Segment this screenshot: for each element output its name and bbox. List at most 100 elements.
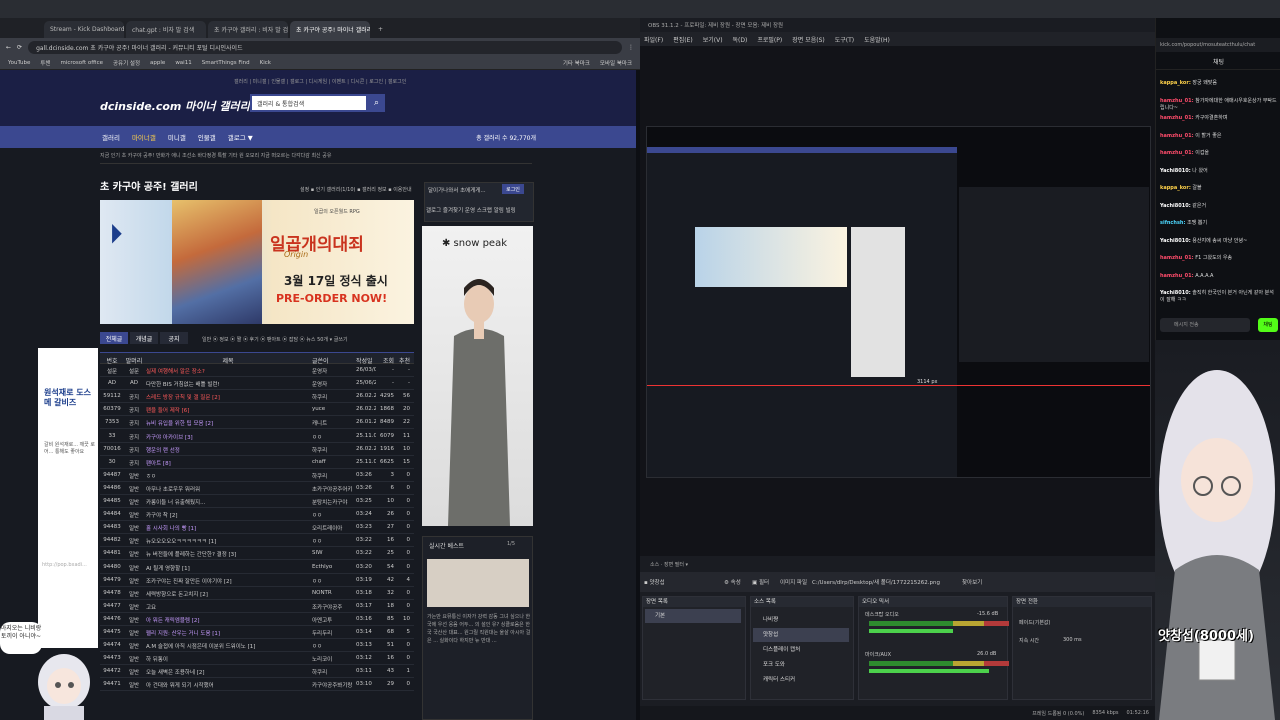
cell-title[interactable]: 뉴오오오오오ㅋㅋㅋㅋㅋㅋ [1]	[146, 537, 310, 545]
cell-title[interactable]: AI 될게 영향할 [1]	[146, 564, 310, 572]
gallery-title[interactable]: 초 카구야 공주! 갤러리	[100, 178, 198, 193]
table-row[interactable]: 94474 일반 A.M 슬접에 아직 시점은데 이분위 드워이노 [1] ㅇㅇ 03:…	[100, 639, 414, 653]
cell-title[interactable]: 행운의 랜 선정	[146, 446, 310, 454]
bookmark-item[interactable]: 기타 북마크	[563, 59, 590, 67]
table-row[interactable]: 33 공지 카구야 아카이브 [3]ㅇㅇ 25.11.08 6079 11	[100, 430, 414, 443]
cell-writer[interactable]: 카구야공주봐기랑	[312, 681, 352, 689]
cell-writer[interactable]: SIW	[312, 550, 352, 556]
tab-chatgpt[interactable]: chat.gpt : 비자 발 검색	[126, 21, 206, 38]
chat-username[interactable]: kappa_kor:	[1160, 80, 1191, 86]
nav-gallog[interactable]: 갤로그 ▼	[228, 132, 253, 142]
bookmark-item[interactable]: apple	[150, 60, 165, 66]
user-menu[interactable]: 갤로그 즐겨찾기 운영 스크랩 알림 빌링	[426, 206, 516, 214]
url-field[interactable]: gall.dcinside.com 초 카구야 공주! 마이너 갤러리 - 커뮤…	[28, 40, 622, 54]
display-capture-preview[interactable]: 3114 px	[646, 126, 1151, 478]
table-row[interactable]: 94485 일반 카롱이들 너 유출해뒀지... 분탕치는카구야 03:25 10 0	[100, 495, 414, 508]
obs-menu-tools[interactable]: 도구(T)	[835, 35, 854, 44]
tab-all-posts[interactable]: 전체글	[100, 332, 128, 344]
cell-writer[interactable]: Ecthlyo	[312, 564, 352, 570]
properties-button[interactable]: ⚙ 속성	[724, 578, 741, 586]
cell-writer[interactable]: 분탕치는카구야	[312, 498, 352, 506]
cell-title[interactable]: 오늘 새벽은 조용하네 [2]	[146, 668, 310, 676]
obs-menu-view[interactable]: 보기(V)	[703, 35, 723, 44]
chat-username[interactable]: hamzhu_01:	[1160, 273, 1194, 279]
cell-title[interactable]: 아무나 초로우우 뭐러워	[146, 485, 310, 493]
new-tab-button[interactable]: +	[372, 21, 386, 38]
live-best-pager[interactable]: 1/5	[507, 541, 515, 547]
table-row[interactable]: 94479 일반 조카구야는 진짜 잘만든 이야기야 [2] ㅇㅇ 03:19 42 4	[100, 574, 414, 587]
cell-writer[interactable]: 하쿠리	[312, 668, 352, 676]
table-row[interactable]: 7353 공지 뉴비 유입을 위한 팁 모음 [2]캐니트 26.01.27 8489 2…	[100, 416, 414, 430]
nav-mini[interactable]: 미니갤	[168, 132, 186, 142]
transition-select[interactable]: 페이드(기본값)	[1019, 619, 1051, 626]
cell-title[interactable]: 조카구야는 진짜 잘만든 이야기야 [2]	[146, 577, 310, 585]
cell-title[interactable]: 아 건대와 뭐게 되기 시작했어	[146, 681, 310, 689]
chat-url[interactable]: kick.com/popout/mosuteatcthulu/chat	[1156, 38, 1280, 52]
table-row[interactable]: 94487 일반 ㅎㅇ 하쿠리 03:26 3 0	[100, 469, 414, 482]
obs-preview[interactable]: 3114 px	[640, 46, 1155, 556]
cell-title[interactable]: 스레드 방장 규칙 및 갤 질문 [2]	[146, 393, 310, 401]
menu-icon[interactable]: ⋮	[628, 44, 634, 51]
duration-input[interactable]: 300 ms	[1063, 637, 1082, 643]
cell-title[interactable]: 실제 여행해서 알은 장소?	[146, 367, 310, 375]
source-item[interactable]: 디스플레이 캡처	[753, 643, 849, 657]
volume-slider[interactable]	[869, 669, 989, 673]
source-item[interactable]: 캐릭터 스티커	[753, 673, 849, 687]
dc-search-input[interactable]: 갤러리 & 통합검색	[250, 94, 368, 112]
cell-title[interactable]: 팬아트 [8]	[146, 459, 310, 467]
search-icon[interactable]: ⌕	[368, 94, 385, 112]
cell-title[interactable]: 다만한 BIS 거침없는 배틀 빌런!	[146, 380, 310, 388]
cell-title[interactable]: 고요	[146, 603, 310, 611]
tab-kick-dashboard[interactable]: Stream - Kick Dashboard	[44, 21, 124, 38]
table-row[interactable]: 60379 공지 팬을 들어 제작 [6]yuce 26.02.23 1868 20	[100, 403, 414, 417]
cell-writer[interactable]: 조카구야공주	[312, 603, 352, 611]
chat-input[interactable]: 메시지 전송	[1160, 318, 1250, 332]
cell-title[interactable]: 홀 시사회 나의 빵 [1]	[146, 524, 310, 532]
table-row[interactable]: 94472 일반 오늘 새벽은 조용하네 [2] 하쿠리 03:11 43 1	[100, 665, 414, 679]
chat-username[interactable]: Yachi8010:	[1160, 168, 1191, 174]
cell-title[interactable]: 카롱이들 너 유출해뒀지...	[146, 498, 310, 506]
table-row[interactable]: 94478 일반 세력방향으로 돈고치지 [2] NONTR 03:18 32 0	[100, 587, 414, 600]
cell-writer[interactable]: ㅇㅇ	[312, 433, 352, 441]
side-ad-popup[interactable]: 원석재로 도스 메 갈비즈 갈비 원석재로... 깨끗 로 어... 통해도 좋…	[38, 348, 98, 648]
tab-concept-posts[interactable]: 개념글	[130, 332, 158, 344]
table-row[interactable]: 94476 일반 아 뭐든 캐릭엠블렘 [2] 아멘고투 03:16 85 10	[100, 613, 414, 626]
cell-writer[interactable]: ㅇㅇ	[312, 511, 352, 519]
table-row[interactable]: AD AD 다만한 BIS 거침없는 배틀 빌런!운영자 25/06/24 - -	[100, 377, 414, 391]
bookmark-item[interactable]: 모바일 북마크	[600, 59, 632, 67]
table-row[interactable]: 94486 일반 아무나 초로우우 뭐러워초카구야공주어키가... 03:26 6 0	[100, 482, 414, 495]
bookmark-item[interactable]: YouTube	[8, 60, 30, 66]
cell-writer[interactable]: chaff	[312, 459, 352, 465]
cell-writer[interactable]: yuce	[312, 406, 352, 412]
cell-writer[interactable]: 초카구야공주어키가...	[312, 485, 352, 493]
login-button[interactable]: 로그인	[502, 184, 524, 194]
table-row[interactable]: 30 공지 팬아트 [8]chaff 25.11.08 6625 15	[100, 456, 414, 469]
cell-writer[interactable]: 운영자	[312, 380, 352, 388]
category-bar[interactable]: 지금 인기 초 카구야 공주! 만화가 애니 조선소 바다정경 특촬 기타 원 …	[100, 152, 532, 164]
table-row[interactable]: 94480 일반 AI 될게 영향할 [1] Ecthlyo 03:20 54 0	[100, 561, 414, 574]
cell-writer[interactable]: ㅇㅇ	[312, 537, 352, 545]
cell-writer[interactable]: 하쿠리	[312, 472, 352, 480]
cell-writer[interactable]: ㅇㅇ	[312, 642, 352, 650]
obs-menu-help[interactable]: 도움말(H)	[864, 35, 890, 44]
cell-writer[interactable]: 아멘고투	[312, 616, 352, 624]
table-row[interactable]: 59112 공지 스레드 방장 규칙 및 갤 질문 [2]하쿠리 26.02.22 42…	[100, 390, 414, 404]
cell-writer[interactable]: 하쿠리	[312, 446, 352, 454]
table-row[interactable]: 94484 일반 카구야 착 [2] ㅇㅇ 03:24 26 0	[100, 508, 414, 522]
cell-writer[interactable]: 오리트레이아	[312, 524, 352, 532]
obs-menu-scenes[interactable]: 장면 모음(S)	[792, 35, 824, 44]
cell-title[interactable]: 펠리 지원: 산우는 거니 도움 [1]	[146, 629, 310, 637]
scene-item[interactable]: 기본	[645, 609, 741, 623]
cell-title[interactable]: 뉴 버전들에 플레하는 간단한? 결정 [3]	[146, 550, 310, 558]
gallery-tools[interactable]: 설정 ▪ 인기 갤러리(1/10) ▪ 갤러리 정보 ▪ 이용안내	[300, 186, 412, 193]
chat-username[interactable]: kappa_kor:	[1160, 185, 1191, 191]
cell-writer[interactable]: 하쿠리	[312, 393, 352, 401]
bookmark-item[interactable]: wai11	[175, 60, 191, 66]
chat-username[interactable]: hamzhu_01:	[1160, 150, 1194, 156]
bookmark-item[interactable]: microsoft office	[61, 60, 103, 66]
cell-title[interactable]: ㅎㅇ	[146, 472, 310, 480]
cell-title[interactable]: 뉴비 유입을 위한 팁 모음 [2]	[146, 419, 310, 427]
chat-username[interactable]: sifnchsh:	[1160, 220, 1185, 226]
table-row[interactable]: 94482 일반 뉴오오오오오ㅋㅋㅋㅋㅋㅋ [1] ㅇㅇ 03:22 16 0	[100, 534, 414, 548]
source-item[interactable]: 나비쨩	[753, 613, 849, 627]
